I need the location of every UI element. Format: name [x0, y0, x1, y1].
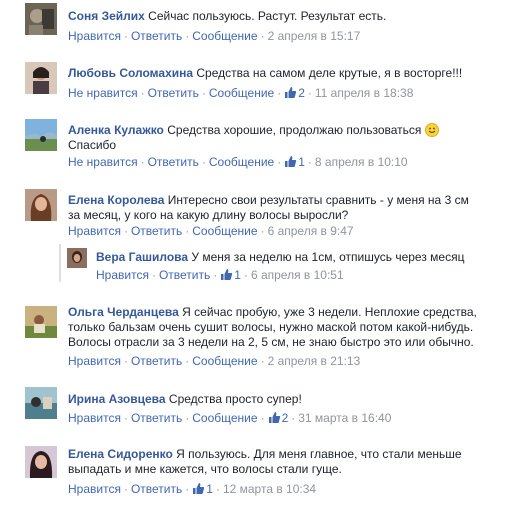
like-link[interactable]: Нравится	[68, 354, 121, 368]
like-link[interactable]: Нравится	[68, 482, 121, 496]
author-name[interactable]: Аленка Кулажко	[68, 123, 164, 137]
comment-text-line2: выпадать и мне кажется, что волосы стали…	[68, 462, 342, 476]
comment-time[interactable]: 8 апреля в 10:10	[315, 155, 408, 169]
smile-emoji-icon	[424, 123, 439, 137]
comment-text-line2: только бальзам очень сушит волосы, нужно…	[68, 320, 474, 334]
reply-thread-line	[59, 244, 61, 282]
comment-time[interactable]: 11 апреля в 18:38	[315, 86, 413, 100]
comment-time[interactable]: 6 апреля в 9:47	[268, 224, 354, 238]
comment-text-line3: Волосы отрасли за 3 недели на 2, 5 см, н…	[68, 335, 474, 349]
like-count: 1	[298, 155, 305, 169]
comment-text: Я сейчас пробую, уже 3 недели. Неплохие …	[182, 305, 477, 319]
reply-link[interactable]: Ответить	[159, 268, 210, 282]
thumbs-up-icon	[284, 155, 297, 168]
author-name[interactable]: Вера Гашилова	[96, 250, 188, 264]
like-counter[interactable]: 1	[192, 482, 213, 496]
like-count: 2	[298, 86, 305, 100]
message-link[interactable]: Сообщение	[192, 411, 257, 425]
like-link[interactable]: Не нравится	[68, 86, 138, 100]
like-link[interactable]: Не нравится	[68, 155, 138, 169]
message-link[interactable]: Сообщение	[192, 224, 257, 238]
comment-text: Сейчас пользуюсь. Растут. Результат есть…	[148, 9, 387, 23]
like-count: 1	[234, 268, 241, 282]
reply-link[interactable]: Ответить	[148, 155, 199, 169]
reply-link[interactable]: Ответить	[131, 482, 182, 496]
author-name[interactable]: Ирина Азовцева	[68, 392, 166, 406]
like-counter[interactable]: 2	[268, 411, 288, 425]
thumbs-up-icon	[268, 411, 281, 424]
like-counter[interactable]: 1	[220, 268, 241, 282]
avatar[interactable]	[25, 306, 57, 338]
author-name[interactable]: Елена Королева	[68, 193, 164, 207]
like-count: 1	[206, 482, 213, 496]
author-name[interactable]: Любовь Соломахина	[68, 66, 193, 80]
avatar[interactable]	[25, 119, 57, 151]
comment-text-line2: за месяц, у кого на какую длину волосы в…	[68, 208, 349, 222]
message-link[interactable]: Сообщение	[192, 29, 257, 43]
like-counter[interactable]: 1	[284, 155, 305, 169]
author-name[interactable]: Елена Сидоренко	[68, 447, 173, 461]
message-link[interactable]: Сообщение	[209, 86, 274, 100]
comment-text: Средства на самом деле крутые, я в восто…	[196, 66, 463, 80]
avatar[interactable]	[25, 446, 57, 478]
comment-time[interactable]: 2 апреля в 21:13	[268, 354, 361, 368]
comment-text-line2: Спасибо	[68, 138, 117, 152]
comment-text: У меня за неделю на 1см, отпишусь через …	[191, 250, 465, 264]
thumbs-up-icon	[192, 482, 205, 495]
avatar[interactable]	[25, 189, 57, 221]
avatar[interactable]	[25, 62, 57, 94]
author-name[interactable]: Соня Зейлих	[68, 9, 145, 23]
reply-link[interactable]: Ответить	[131, 354, 182, 368]
comment-time[interactable]: 2 апреля в 15:17	[268, 29, 361, 43]
comment-time[interactable]: 31 марта в 16:40	[298, 411, 391, 425]
thumbs-up-icon	[284, 86, 297, 99]
reply-link[interactable]: Ответить	[131, 29, 182, 43]
avatar[interactable]	[67, 248, 87, 268]
avatar[interactable]	[25, 3, 57, 35]
reply-link[interactable]: Ответить	[148, 86, 199, 100]
comment-time[interactable]: 12 марта в 10:34	[223, 482, 316, 496]
reply-link[interactable]: Ответить	[131, 411, 182, 425]
comment-time[interactable]: 6 апреля в 10:51	[251, 268, 344, 282]
comment-text: Интересно свои результаты сравнить - у м…	[167, 193, 469, 207]
message-link[interactable]: Сообщение	[209, 155, 274, 169]
avatar[interactable]	[25, 387, 57, 419]
comment-text: Средства просто супер!	[168, 392, 302, 406]
like-link[interactable]: Нравится	[68, 29, 121, 43]
author-name[interactable]: Ольга Черданцева	[68, 305, 179, 319]
comment-text: Я пользуюсь. Для меня главное, что стали…	[176, 447, 462, 461]
comment-text: Средства хорошие, продолжаю пользоваться	[167, 123, 422, 137]
like-link[interactable]: Нравится	[96, 268, 149, 282]
message-link[interactable]: Сообщение	[192, 354, 257, 368]
reply-link[interactable]: Ответить	[131, 224, 182, 238]
like-counter[interactable]: 2	[284, 86, 305, 100]
like-link[interactable]: Нравится	[68, 224, 121, 238]
thumbs-up-icon	[220, 268, 233, 281]
like-link[interactable]: Нравится	[68, 411, 121, 425]
